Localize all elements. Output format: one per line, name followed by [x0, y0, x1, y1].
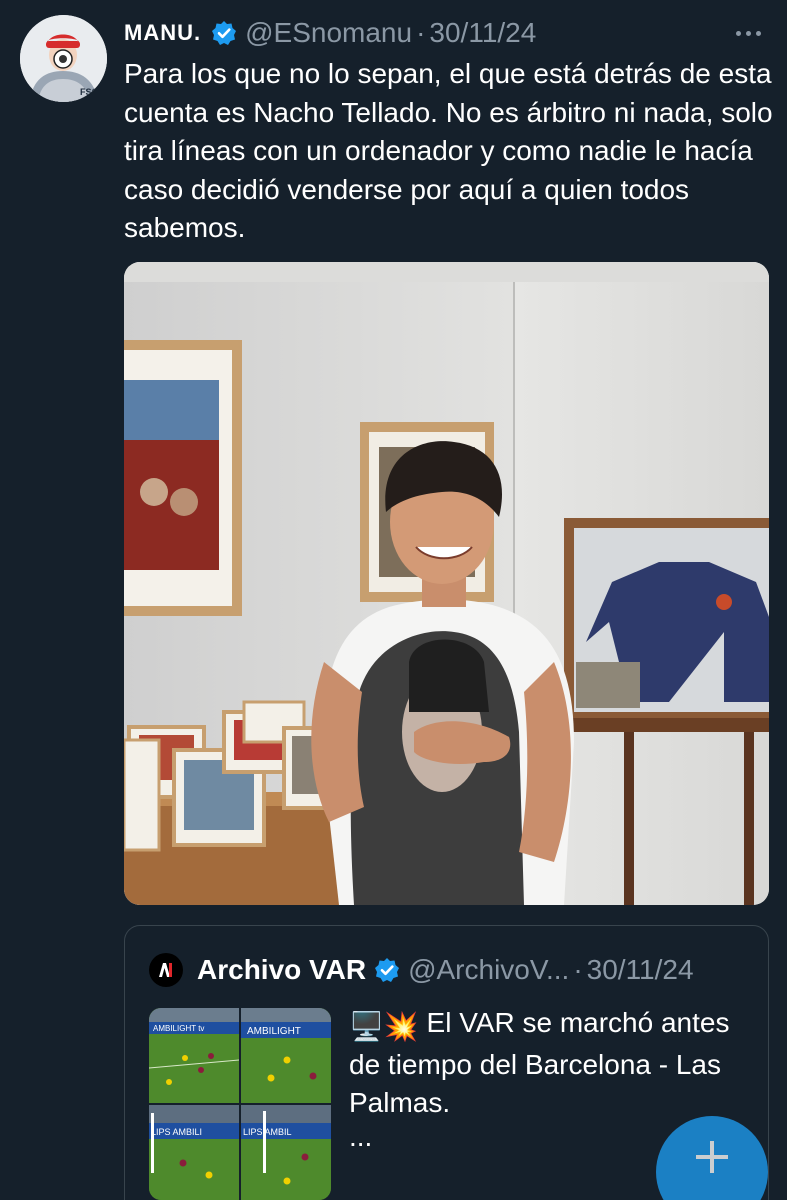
- header-separator: ·: [416, 17, 426, 48]
- quoted-tweet-header: Archivo VAR @ArchivoV... · 30/11/24: [149, 950, 694, 990]
- quoted-media-thumbnail[interactable]: AMBILIGHT: [241, 1008, 331, 1103]
- verified-badge-icon: [374, 957, 400, 983]
- quoted-tweet-date[interactable]: 30/11/24: [587, 954, 694, 986]
- quoted-author-name[interactable]: Archivo VAR: [197, 954, 366, 986]
- quoted-tweet-text: 🖥️💥 El VAR se marchó antes de tiempo del…: [349, 1004, 749, 1122]
- plus-icon: [696, 1141, 728, 1173]
- tweet-date[interactable]: 30/11/24: [429, 17, 536, 49]
- author-name[interactable]: MANU.: [124, 20, 201, 46]
- tweet[interactable]: FSO MANU. @ESnomanu · 30/11/24 Para los …: [0, 0, 787, 1200]
- author-handle[interactable]: @ESnomanu: [245, 17, 412, 49]
- svg-text:FSO: FSO: [80, 87, 99, 97]
- banner-text: LIPS AMBILI: [151, 1127, 202, 1137]
- tweet-photo[interactable]: [124, 262, 769, 905]
- banner-text: AMBILIGHT tv: [153, 1024, 204, 1033]
- quoted-author-avatar[interactable]: [149, 953, 183, 987]
- tweet-header: MANU. @ESnomanu · 30/11/24: [124, 13, 536, 53]
- verified-badge-icon: [211, 20, 237, 46]
- banner-text: LIPS AMBIL: [243, 1127, 292, 1137]
- computer-explosion-emoji: 🖥️💥: [349, 1011, 419, 1042]
- quoted-media-thumbnail[interactable]: LIPS AMBILI: [149, 1105, 239, 1200]
- quoted-header-separator: ·: [573, 954, 583, 985]
- quoted-media-grid[interactable]: AMBILIGHT tv AMBILIGHT LIPS AMBILI LIPS …: [149, 1008, 331, 1200]
- tweet-text: Para los que no lo sepan, el que está de…: [124, 58, 773, 243]
- banner-text: AMBILIGHT: [247, 1026, 301, 1037]
- quoted-tweet-ellipsis: ...: [349, 1121, 373, 1152]
- quoted-media-thumbnail[interactable]: LIPS AMBIL: [241, 1105, 331, 1200]
- quoted-media-thumbnail[interactable]: AMBILIGHT tv: [149, 1008, 239, 1103]
- quoted-author-handle[interactable]: @ArchivoV...: [408, 954, 569, 986]
- author-avatar[interactable]: FSO: [20, 15, 107, 102]
- more-options-icon[interactable]: [733, 18, 763, 48]
